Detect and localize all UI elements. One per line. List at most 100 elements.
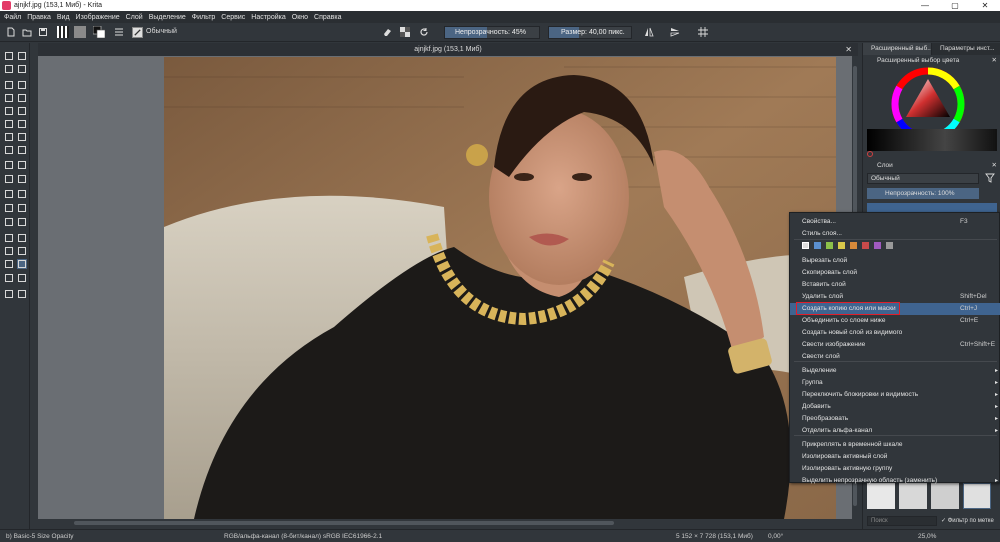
color-picker-icon[interactable] xyxy=(4,174,14,184)
color-reset-icon[interactable] xyxy=(867,151,873,157)
mirror-vertical-icon[interactable] xyxy=(670,27,680,37)
select-shapes-icon[interactable] xyxy=(4,51,14,61)
brush-tool-icon[interactable] xyxy=(4,80,14,90)
blend-mode-select[interactable]: Обычный xyxy=(146,28,177,35)
context-menu-item[interactable]: Свойства... F3 xyxy=(790,216,1000,228)
dynamic-brush-icon[interactable] xyxy=(4,132,14,142)
tab-tool-options[interactable]: Параметры инст... xyxy=(932,43,1000,55)
context-menu-item[interactable]: Прикреплять в временной шкале xyxy=(790,439,1000,451)
color-label-swatch[interactable] xyxy=(874,242,881,249)
calligraphy-icon[interactable] xyxy=(17,64,27,74)
multibrush-icon[interactable] xyxy=(17,132,27,142)
close-document-icon[interactable]: ✕ xyxy=(845,43,852,56)
menu-filter[interactable]: Фильтр xyxy=(192,14,216,21)
layer-opacity-slider[interactable]: Непрозрачность: 100% xyxy=(867,188,979,199)
canvas-image[interactable] xyxy=(164,57,836,519)
move-tool-icon[interactable] xyxy=(17,145,27,155)
color-label-swatch[interactable] xyxy=(886,242,893,249)
close-window-button[interactable]: ✕ xyxy=(970,0,1000,11)
layer-filter-icon[interactable] xyxy=(985,173,995,183)
polygon-select-icon[interactable] xyxy=(4,246,14,256)
tab-advanced-color-selector[interactable]: Расширенный выб... xyxy=(863,43,932,55)
layers-panel-close-icon[interactable]: ✕ xyxy=(992,160,997,171)
rectangle-tool-icon[interactable] xyxy=(4,93,14,103)
menu-help[interactable]: Справка xyxy=(314,14,341,21)
filter-by-tag-checkbox[interactable]: ✓ Фильтр по метке xyxy=(941,516,1000,526)
brush-presets-icon[interactable] xyxy=(114,27,124,37)
brush-size-slider[interactable]: Размер: 40,00 пикс. xyxy=(548,26,632,39)
document-tab[interactable]: ajnjkf.jpg (153,1 Миб) ✕ xyxy=(38,43,858,56)
context-menu-item[interactable]: Скопировать слой xyxy=(790,267,1000,279)
magnetic-select-icon[interactable] xyxy=(17,273,27,283)
opacity-slider[interactable]: Непрозрачность: 45% xyxy=(444,26,540,39)
freehand-select-icon[interactable] xyxy=(17,246,27,256)
menu-select[interactable]: Выделение xyxy=(149,14,186,21)
zoom-tool-icon[interactable] xyxy=(4,289,14,299)
ellipse-select-icon[interactable] xyxy=(17,233,27,243)
color-label-swatch[interactable] xyxy=(862,242,869,249)
color-label-swatch[interactable] xyxy=(826,242,833,249)
color-label-none-swatch[interactable] xyxy=(802,242,809,249)
color-label-swatch[interactable] xyxy=(814,242,821,249)
new-document-icon[interactable] xyxy=(6,27,16,37)
menu-file[interactable]: Файл xyxy=(4,14,21,21)
enclose-fill-icon[interactable] xyxy=(4,203,14,213)
layer-blend-mode-select[interactable]: Обычный xyxy=(867,173,979,184)
save-icon[interactable] xyxy=(38,27,48,37)
horizontal-scrollbar-thumb[interactable] xyxy=(74,521,614,525)
pan-tool-icon[interactable] xyxy=(17,289,27,299)
menu-layer[interactable]: Слой xyxy=(126,14,143,21)
context-menu-item[interactable]: Преобразовать ▸ xyxy=(790,413,1000,425)
bezier-tool-icon[interactable] xyxy=(4,119,14,129)
measure-tool-icon[interactable] xyxy=(4,217,14,227)
similar-select-icon[interactable] xyxy=(17,259,27,269)
pattern-picker-icon[interactable] xyxy=(74,26,86,38)
zoom-label[interactable]: 25,0% xyxy=(918,533,936,540)
fg-bg-colors-icon[interactable] xyxy=(92,25,106,39)
context-menu-item[interactable]: Вставить слой xyxy=(790,279,1000,291)
menu-window[interactable]: Окно xyxy=(292,14,308,21)
bezier-select-icon[interactable] xyxy=(4,273,14,283)
crop-tool-icon[interactable] xyxy=(4,160,14,170)
open-folder-icon[interactable] xyxy=(22,27,32,37)
line-tool-icon[interactable] xyxy=(17,80,27,90)
fill-tool-icon[interactable] xyxy=(17,189,27,199)
context-menu-item[interactable]: Добавить ▸ xyxy=(790,401,1000,413)
freehand-path-icon[interactable] xyxy=(17,119,27,129)
maximize-button[interactable]: ▢ xyxy=(940,0,970,11)
edit-shapes-icon[interactable] xyxy=(4,64,14,74)
minimize-button[interactable]: — xyxy=(910,0,940,11)
menu-view[interactable]: Вид xyxy=(57,14,70,21)
polyline-tool-icon[interactable] xyxy=(17,106,27,116)
polygon-tool-icon[interactable] xyxy=(4,106,14,116)
eraser-mode-icon[interactable] xyxy=(382,27,392,37)
context-menu-item[interactable]: Выделить непрозрачную область (заменить)… xyxy=(790,475,1000,487)
horizontal-scrollbar[interactable] xyxy=(38,519,858,527)
brush-search-input[interactable]: Поиск xyxy=(867,516,937,526)
mirror-horizontal-icon[interactable] xyxy=(644,27,654,37)
context-menu-item[interactable]: Вырезать слой xyxy=(790,255,1000,267)
reference-tool-icon[interactable] xyxy=(17,217,27,227)
brush-preset-thumbnail[interactable] xyxy=(132,27,143,38)
text-tool-icon[interactable] xyxy=(17,51,27,61)
context-menu-item[interactable]: Объединить со слоем ниже Ctrl+E xyxy=(790,315,1000,327)
color-label-swatch[interactable] xyxy=(850,242,857,249)
color-history-strip[interactable] xyxy=(867,129,997,151)
color-panel-close-icon[interactable]: ✕ xyxy=(992,55,997,66)
preserve-alpha-icon[interactable] xyxy=(400,27,410,37)
rotation-label[interactable]: 0,00° xyxy=(768,533,783,540)
menu-tools[interactable]: Сервис xyxy=(221,14,245,21)
rect-select-icon[interactable] xyxy=(4,233,14,243)
context-menu-item[interactable]: Выделение ▸ xyxy=(790,365,1000,377)
color-label-swatch[interactable] xyxy=(838,242,845,249)
transform-tool-icon[interactable] xyxy=(4,145,14,155)
gradient-tool-icon[interactable] xyxy=(17,160,27,170)
menu-image[interactable]: Изображение xyxy=(76,14,120,21)
context-menu-item[interactable]: Изолировать активный слой xyxy=(790,451,1000,463)
context-menu-item[interactable]: Изолировать активную группу xyxy=(790,463,1000,475)
context-menu-item[interactable]: Переключить блокировки и видимость ▸ xyxy=(790,389,1000,401)
reload-preset-icon[interactable] xyxy=(419,27,429,37)
context-menu-item[interactable]: Создать копию слоя или маски Ctrl+J xyxy=(790,302,1000,315)
menu-edit[interactable]: Правка xyxy=(27,14,51,21)
context-menu-item[interactable]: Создать новый слой из видимого xyxy=(790,327,1000,339)
